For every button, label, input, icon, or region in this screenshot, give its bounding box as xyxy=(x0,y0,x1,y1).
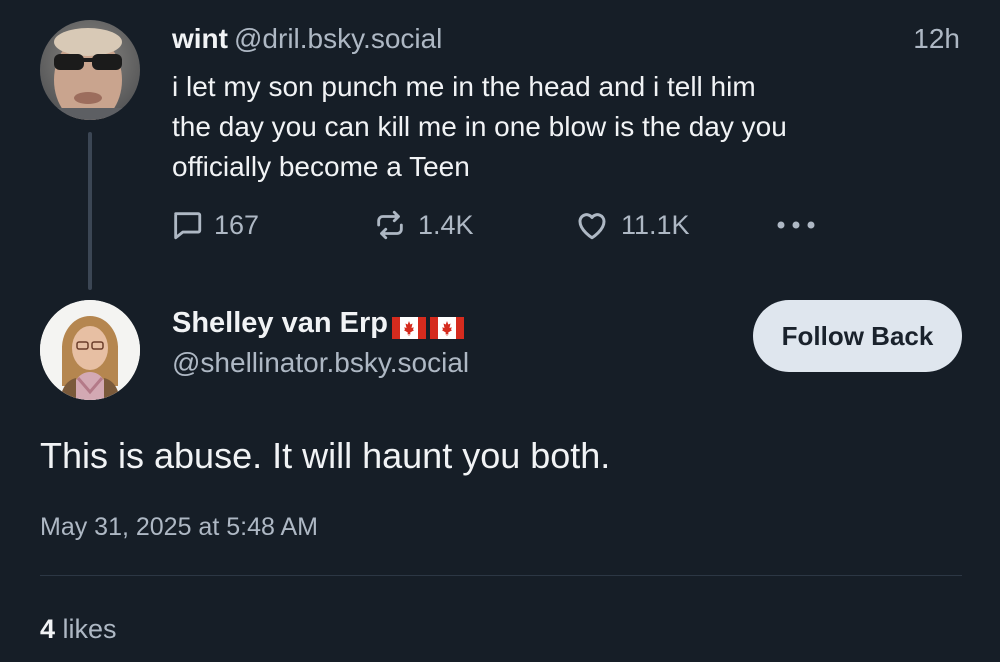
reply-post-text: This is abuse. It will haunt you both. xyxy=(40,435,611,476)
likes-count: 4 xyxy=(40,614,56,644)
more-options-icon xyxy=(777,221,815,229)
avatar-image xyxy=(40,20,140,120)
repost-button[interactable]: 1.4K xyxy=(372,203,474,247)
reply-author-name-row[interactable]: Shelley van Erp xyxy=(172,305,464,341)
parent-author-handle[interactable]: @dril.bsky.social xyxy=(234,23,442,54)
reply-author-handle[interactable]: @shellinator.bsky.social xyxy=(172,346,469,380)
thread-connector-line xyxy=(88,132,92,290)
repost-icon xyxy=(377,210,403,240)
parent-post-header: wint @dril.bsky.social xyxy=(172,22,442,56)
heart-icon xyxy=(578,213,606,240)
follow-back-button[interactable]: Follow Back xyxy=(753,300,962,372)
repost-count: 1.4K xyxy=(418,209,474,240)
reply-post-timestamp: May 31, 2025 at 5:48 AM xyxy=(40,513,318,541)
divider xyxy=(40,575,962,576)
author-avatar-wint[interactable] xyxy=(40,20,140,120)
likes-summary[interactable]: 4 likes xyxy=(40,612,117,646)
reply-button[interactable]: 167 xyxy=(170,203,259,247)
like-count: 11.1K xyxy=(621,209,690,240)
parent-post-text: i let my son punch me in the head and i … xyxy=(172,71,787,182)
author-avatar-shelley[interactable] xyxy=(40,300,140,400)
avatar-image xyxy=(40,300,140,400)
like-button[interactable]: 11.1K xyxy=(573,203,690,247)
parent-post-time: 12h xyxy=(913,23,960,54)
likes-label: likes xyxy=(62,614,117,644)
reply-count: 167 xyxy=(214,209,260,240)
parent-author-name[interactable]: wint xyxy=(172,23,228,54)
canada-flag-icon xyxy=(392,312,426,339)
reply-author-name: Shelley van Erp xyxy=(172,307,388,339)
reply-icon xyxy=(174,212,202,240)
canada-flag-icon xyxy=(430,312,464,339)
more-options-button[interactable] xyxy=(775,203,829,247)
